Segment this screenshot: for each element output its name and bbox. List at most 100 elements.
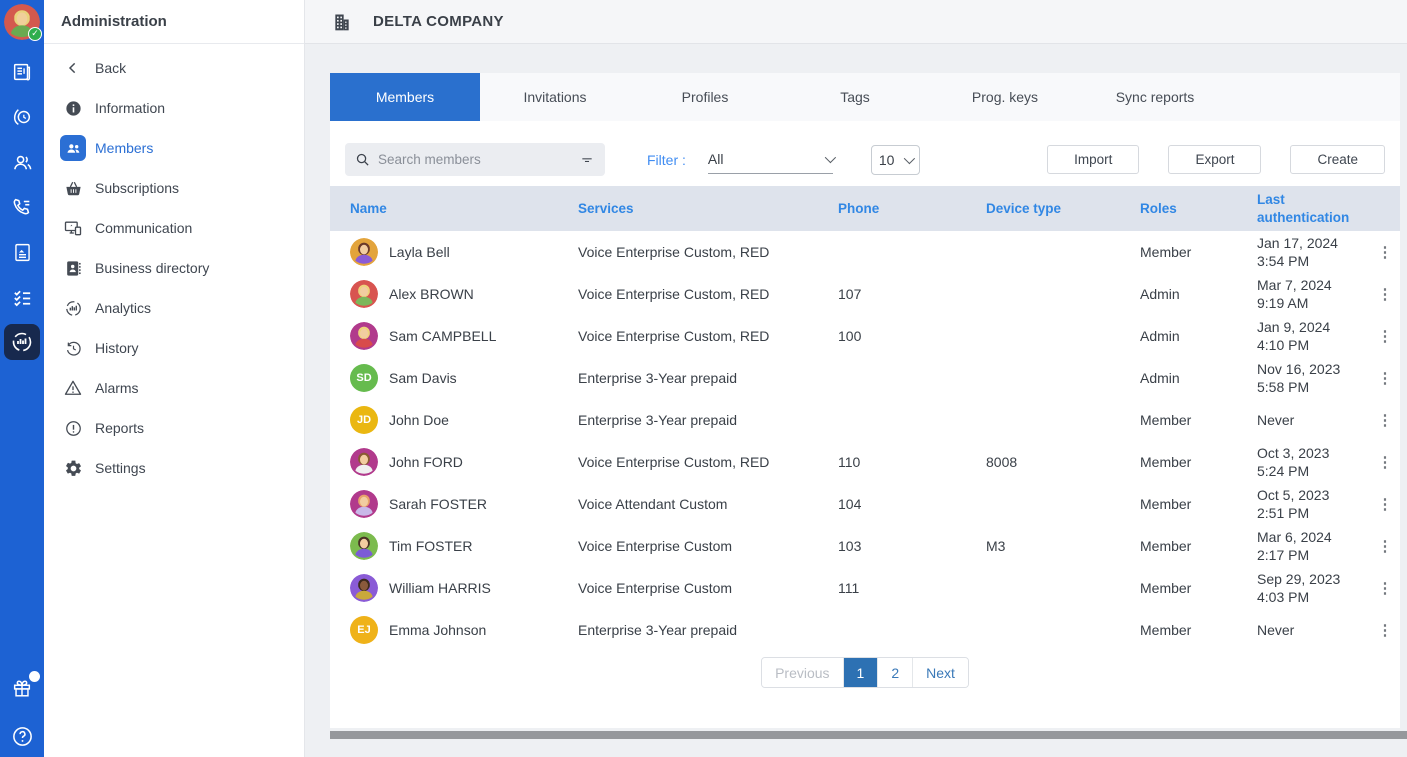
analytics-icon[interactable]	[4, 324, 40, 360]
rail-bottom-icons	[9, 675, 35, 757]
sidebar-item-reports[interactable]: Reports	[44, 408, 304, 448]
basket-icon	[60, 175, 86, 201]
table-row[interactable]: Sam CAMPBELL Voice Enterprise Custom, RE…	[330, 315, 1400, 357]
tab-invitations[interactable]: Invitations	[480, 73, 630, 121]
column-device-type[interactable]: Device type	[986, 201, 1140, 216]
member-avatar	[350, 322, 378, 350]
member-phone: 107	[838, 286, 986, 302]
table-body: Layla Bell Voice Enterprise Custom, RED …	[330, 231, 1400, 651]
tab-tags[interactable]: Tags	[780, 73, 930, 121]
column-name[interactable]: Name	[330, 201, 578, 216]
sidebar-item-history[interactable]: History	[44, 328, 304, 368]
next-page-button[interactable]: Next	[913, 658, 968, 687]
sidebar-item-subscriptions[interactable]: Subscriptions	[44, 168, 304, 208]
search-box[interactable]	[345, 143, 605, 176]
search-input[interactable]	[378, 152, 579, 167]
news-icon[interactable]	[9, 59, 35, 85]
row-menu-icon[interactable]: ⋮	[1378, 371, 1393, 386]
member-avatar	[350, 574, 378, 602]
documents-icon[interactable]	[9, 239, 35, 265]
sidebar-item-alarms[interactable]: Alarms	[44, 368, 304, 408]
filter-select[interactable]: All	[708, 146, 833, 174]
member-last-auth: Nov 16, 2023 5:58 PM	[1257, 360, 1370, 396]
row-menu-icon[interactable]: ⋮	[1378, 245, 1393, 260]
row-menu-icon[interactable]: ⋮	[1378, 623, 1393, 638]
chevron-left-icon	[60, 55, 86, 81]
tasks-icon[interactable]	[9, 284, 35, 310]
row-menu-icon[interactable]: ⋮	[1378, 539, 1393, 554]
column-phone[interactable]: Phone	[838, 201, 986, 216]
member-role: Member	[1140, 454, 1257, 470]
sidebar-item-members[interactable]: Members	[44, 128, 304, 168]
table-row[interactable]: EJ Emma Johnson Enterprise 3-Year prepai…	[330, 609, 1400, 651]
member-name: William HARRIS	[389, 580, 491, 596]
member-name: Alex BROWN	[389, 286, 474, 302]
filter-lines-icon[interactable]	[579, 153, 595, 167]
tab-profiles[interactable]: Profiles	[630, 73, 780, 121]
member-role: Member	[1140, 580, 1257, 596]
previous-page-button[interactable]: Previous	[762, 658, 843, 687]
horizontal-scrollbar[interactable]	[330, 731, 1407, 739]
sidebar-item-back[interactable]: Back	[44, 48, 304, 88]
row-menu-icon[interactable]: ⋮	[1378, 581, 1393, 596]
member-services: Voice Enterprise Custom, RED	[578, 286, 838, 302]
row-menu-icon[interactable]: ⋮	[1378, 413, 1393, 428]
member-phone: 103	[838, 538, 986, 554]
member-last-auth: Sep 29, 2023 4:03 PM	[1257, 570, 1370, 606]
search-icon	[355, 152, 370, 167]
member-role: Member	[1140, 496, 1257, 512]
table-row[interactable]: Layla Bell Voice Enterprise Custom, RED …	[330, 231, 1400, 273]
page-1-button[interactable]: 1	[844, 658, 879, 687]
help-icon[interactable]	[9, 723, 35, 749]
tab-members[interactable]: Members	[330, 73, 480, 121]
member-name: John Doe	[389, 412, 449, 428]
column-services[interactable]: Services	[578, 201, 838, 216]
recent-calls-icon[interactable]	[9, 104, 35, 130]
member-avatar: JD	[350, 406, 378, 434]
table-row[interactable]: Sarah FOSTER Voice Attendant Custom 104 …	[330, 483, 1400, 525]
members-toolbar: Filter : All 10 Import Export Create	[330, 143, 1400, 176]
export-button[interactable]: Export	[1168, 145, 1261, 174]
gift-icon[interactable]	[9, 675, 35, 701]
status-check-icon: ✓	[28, 27, 42, 41]
table-row[interactable]: SD Sam Davis Enterprise 3-Year prepaid A…	[330, 357, 1400, 399]
member-services: Voice Attendant Custom	[578, 496, 838, 512]
calls-icon[interactable]	[9, 194, 35, 220]
create-button[interactable]: Create	[1290, 145, 1385, 174]
member-role: Member	[1140, 244, 1257, 260]
member-name: Tim FOSTER	[389, 538, 472, 554]
sidebar-item-settings[interactable]: Settings	[44, 448, 304, 488]
member-services: Enterprise 3-Year prepaid	[578, 622, 838, 638]
sidebar-item-information[interactable]: Information	[44, 88, 304, 128]
admin-sidebar: Administration Back Information Members …	[44, 0, 305, 757]
sidebar-item-business-directory[interactable]: Business directory	[44, 248, 304, 288]
contacts-icon[interactable]	[9, 149, 35, 175]
chevron-down-icon	[904, 152, 915, 163]
row-menu-icon[interactable]: ⋮	[1378, 329, 1393, 344]
page-size-select[interactable]: 10	[871, 145, 920, 175]
member-phone: 110	[838, 454, 986, 470]
user-avatar[interactable]: ✓	[4, 4, 40, 40]
tab-sync-reports[interactable]: Sync reports	[1080, 73, 1230, 121]
table-row[interactable]: Tim FOSTER Voice Enterprise Custom 103 M…	[330, 525, 1400, 567]
page-2-button[interactable]: 2	[878, 658, 913, 687]
row-menu-icon[interactable]: ⋮	[1378, 455, 1393, 470]
page-size-value: 10	[879, 152, 895, 168]
table-row[interactable]: JD John Doe Enterprise 3-Year prepaid Me…	[330, 399, 1400, 441]
table-row[interactable]: Alex BROWN Voice Enterprise Custom, RED …	[330, 273, 1400, 315]
scrollbar-thumb[interactable]	[330, 731, 1407, 739]
column-roles[interactable]: Roles	[1140, 201, 1257, 216]
column-last-authentication[interactable]: Last authentication	[1257, 191, 1370, 226]
table-row[interactable]: William HARRIS Voice Enterprise Custom 1…	[330, 567, 1400, 609]
member-role: Admin	[1140, 328, 1257, 344]
row-menu-icon[interactable]: ⋮	[1378, 287, 1393, 302]
table-row[interactable]: John FORD Voice Enterprise Custom, RED 1…	[330, 441, 1400, 483]
import-button[interactable]: Import	[1047, 145, 1139, 174]
sidebar-item-communication[interactable]: Communication	[44, 208, 304, 248]
tab-prog-keys[interactable]: Prog. keys	[930, 73, 1080, 121]
row-menu-icon[interactable]: ⋮	[1378, 497, 1393, 512]
member-name: Sam CAMPBELL	[389, 328, 496, 344]
member-role: Member	[1140, 622, 1257, 638]
sidebar-item-analytics[interactable]: Analytics	[44, 288, 304, 328]
member-avatar	[350, 280, 378, 308]
